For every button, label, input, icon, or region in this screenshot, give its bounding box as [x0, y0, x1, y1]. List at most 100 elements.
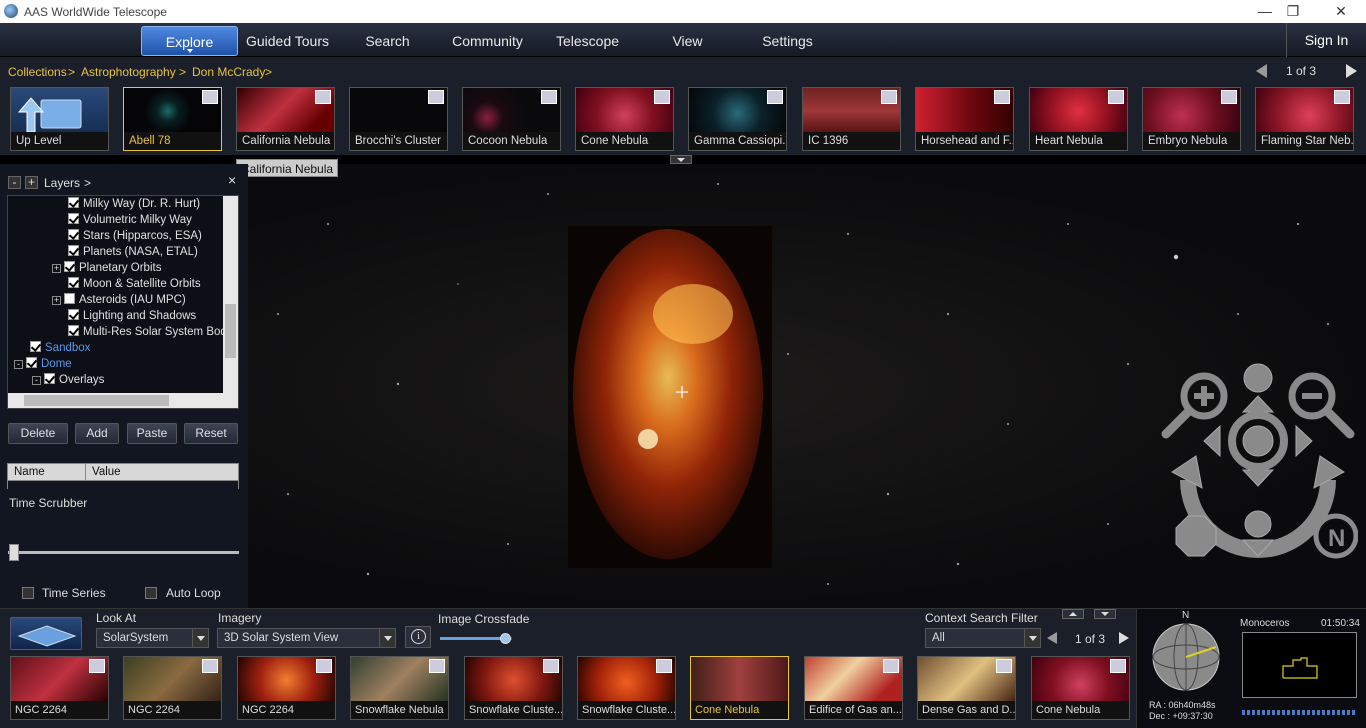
navigation-control[interactable]: N — [1158, 360, 1358, 600]
thumb-cone-nebula[interactable]: Cone Nebula — [575, 87, 674, 151]
collapse-icon[interactable]: - — [32, 376, 41, 385]
context-thumb-snowflake-nebula[interactable]: Snowflake Nebula — [350, 656, 449, 720]
tab-search[interactable]: Search — [345, 26, 430, 56]
stop-icon[interactable] — [1175, 515, 1217, 557]
scroll-down-button[interactable] — [1094, 609, 1116, 619]
auto-loop-checkbox[interactable] — [145, 587, 157, 599]
context-thumb-ngc-2264[interactable]: NGC 2264 — [237, 656, 336, 720]
tab-community[interactable]: Community — [440, 26, 535, 56]
thumb-horsehead[interactable]: Horsehead and F... — [915, 87, 1014, 151]
context-thumb-snowflake-cluster[interactable]: Snowflake Cluste... — [464, 656, 563, 720]
close-panel-button[interactable]: × — [228, 172, 236, 188]
time-scrubber-track[interactable] — [8, 551, 239, 554]
sign-in-button[interactable]: Sign In — [1286, 23, 1366, 57]
layer-item-dome[interactable]: - Dome — [14, 357, 72, 372]
layers-arrow[interactable]: > — [84, 176, 91, 190]
context-thumb-ngc-2264[interactable]: NGC 2264 — [10, 656, 109, 720]
info-button[interactable]: i — [405, 626, 431, 648]
layer-item[interactable]: + Planetary Orbits — [52, 261, 161, 276]
checkbox[interactable] — [68, 197, 79, 208]
pan-up-icon[interactable] — [1241, 395, 1275, 413]
compass-globe-icon[interactable] — [1150, 621, 1222, 693]
sky-view[interactable]: N — [248, 164, 1366, 608]
collapse-all-button[interactable]: - — [8, 176, 21, 189]
reset-button[interactable]: Reset — [184, 423, 238, 444]
layer-item[interactable]: Milky Way (Dr. R. Hurt) — [68, 197, 200, 212]
layer-item[interactable]: Planets (NASA, ETAL) — [68, 245, 198, 260]
layer-item[interactable]: + Asteroids (IAU MPC) — [52, 293, 186, 308]
crossfade-thumb[interactable] — [499, 633, 511, 644]
checkbox[interactable] — [68, 213, 79, 224]
context-thumb-dense-gas[interactable]: Dense Gas and D... — [917, 656, 1016, 720]
restore-button[interactable]: ❐ — [1278, 2, 1308, 20]
layer-item[interactable]: Multi-Res Solar System Bodies — [68, 325, 238, 340]
pan-right-icon[interactable] — [1295, 424, 1313, 458]
next-page-icon[interactable] — [1346, 64, 1357, 78]
thumb-abell-78[interactable]: Abell 78 — [123, 87, 222, 151]
constellation-finder[interactable] — [1242, 632, 1357, 698]
thumb-brocchis-cluster[interactable]: Brocchi's Cluster — [349, 87, 448, 151]
thumb-embryo-nebula[interactable]: Embryo Nebula — [1142, 87, 1241, 151]
context-thumb-snowflake-cluster[interactable]: Snowflake Cluste... — [577, 656, 676, 720]
layer-item[interactable]: Moon & Satellite Orbits — [68, 277, 201, 292]
thumb-up-level[interactable]: Up Level — [10, 87, 109, 151]
context-filter-dropdown[interactable]: All — [925, 628, 1041, 648]
crossfade-slider[interactable] — [440, 633, 512, 644]
checkbox[interactable] — [68, 277, 79, 288]
expand-all-button[interactable]: + — [25, 176, 38, 189]
next-context-page-icon[interactable] — [1119, 632, 1129, 644]
checkbox[interactable] — [68, 229, 79, 240]
collapse-strip-button[interactable] — [670, 155, 692, 164]
pan-left-icon[interactable] — [1203, 424, 1221, 458]
layer-item[interactable]: Volumetric Milky Way — [68, 213, 192, 228]
layer-item-overlays[interactable]: - Overlays — [32, 373, 104, 388]
checkbox[interactable] — [64, 293, 75, 304]
tab-telescope[interactable]: Telescope — [545, 26, 630, 56]
view-mode-button[interactable] — [10, 617, 82, 650]
expand-icon[interactable]: + — [52, 296, 61, 305]
prev-page-icon[interactable] — [1256, 64, 1267, 78]
tab-settings[interactable]: Settings — [745, 26, 830, 56]
checkbox[interactable] — [64, 261, 75, 272]
checkbox[interactable] — [30, 341, 41, 352]
checkbox[interactable] — [68, 245, 79, 256]
close-button[interactable]: ✕ — [1326, 2, 1356, 20]
thumb-cocoon-nebula[interactable]: Cocoon Nebula — [462, 87, 561, 151]
horizontal-scrollbar[interactable] — [8, 393, 238, 408]
layer-item[interactable]: Lighting and Shadows — [68, 309, 196, 324]
crumb-astrophotography[interactable]: Astrophotography — [81, 65, 176, 79]
context-thumb-ngc-2264[interactable]: NGC 2264 — [123, 656, 222, 720]
thumb-california-nebula[interactable]: California Nebula — [236, 87, 335, 151]
crumb-collections[interactable]: Collections — [8, 65, 67, 79]
minimize-button[interactable]: — — [1250, 2, 1280, 20]
context-thumb-cone-nebula[interactable]: Cone Nebula — [690, 656, 789, 720]
vertical-scrollbar[interactable] — [223, 196, 238, 394]
scroll-thumb[interactable] — [225, 304, 236, 358]
thumb-ic-1396[interactable]: IC 1396 — [802, 87, 901, 151]
layer-item-sandbox[interactable]: Sandbox — [30, 341, 90, 356]
checkbox[interactable] — [44, 373, 55, 384]
collapse-icon[interactable]: - — [14, 360, 23, 369]
layer-item[interactable]: Stars (Hipparcos, ESA) — [68, 229, 202, 244]
time-series-checkbox[interactable] — [22, 587, 34, 599]
tilt-up-knob[interactable] — [1243, 363, 1273, 393]
scroll-thumb[interactable] — [24, 395, 169, 406]
paste-button[interactable]: Paste — [127, 423, 177, 444]
checkbox[interactable] — [26, 357, 37, 368]
crumb-don-mccrady[interactable]: Don McCrady — [192, 65, 265, 79]
context-thumb-edifice-of-gas[interactable]: Edifice of Gas an... — [804, 656, 903, 720]
add-button[interactable]: Add — [75, 423, 119, 444]
tab-guided-tours[interactable]: Guided Tours — [240, 26, 335, 56]
delete-button[interactable]: Delete — [8, 423, 68, 444]
expand-icon[interactable]: + — [52, 264, 61, 273]
checkbox[interactable] — [68, 309, 79, 320]
context-thumb-cone-nebula[interactable]: Cone Nebula — [1031, 656, 1130, 720]
tab-explore[interactable]: Explore — [141, 26, 238, 56]
pan-down-icon[interactable] — [1241, 469, 1275, 487]
thumb-gamma-cassiopeiae[interactable]: Gamma Cassiopi... — [688, 87, 787, 151]
tab-view[interactable]: View — [645, 26, 730, 56]
thumb-flaming-star[interactable]: Flaming Star Neb... — [1255, 87, 1354, 151]
imagery-dropdown[interactable]: 3D Solar System View — [217, 628, 396, 648]
look-at-dropdown[interactable]: SolarSystem — [96, 628, 209, 648]
time-scrubber-thumb[interactable] — [9, 544, 19, 561]
